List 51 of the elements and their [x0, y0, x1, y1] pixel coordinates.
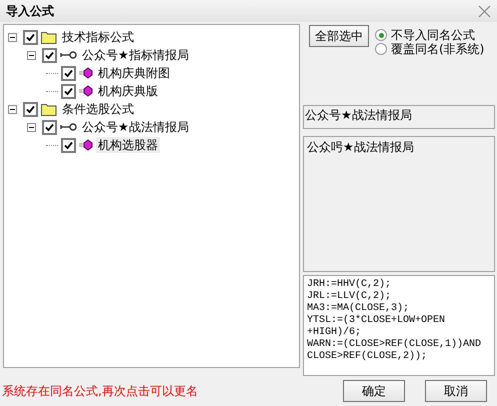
code-line: JRL:=LLV(C,2); [307, 291, 392, 302]
gem-icon [79, 139, 93, 151]
tree-item[interactable]: 技术指标公式 [60, 29, 136, 45]
description-text: 公众呺★战法情报局 [307, 140, 414, 154]
code-line: YTSL:=(3*CLOSE+LOW+OPEN [307, 315, 446, 326]
folder-icon [41, 102, 57, 116]
radio-button[interactable] [375, 43, 387, 55]
option-label: 不导入同名公式 [391, 26, 475, 42]
checkbox[interactable] [61, 138, 76, 152]
source-code-box[interactable]: JRH:=HHV(C,2); JRL:=LLV(C,2); MA3:=MA(CLOSE,3); YTSL:=(3*CLOSE+LOW+OPEN +HIGH)/6; WARN:=(CLOSE>REF(CLOSE,1))AND CLOSE>REF(CLOSE,2)); [303, 275, 495, 376]
collapse-toggle[interactable] [27, 122, 36, 132]
option-label: 覆盖同名(非系统) [391, 41, 484, 58]
select-all-button[interactable]: 全部选中 [309, 25, 369, 47]
checkbox[interactable] [23, 30, 38, 44]
tree-item[interactable]: 公众号★战法情报局 [80, 119, 191, 135]
tree-item[interactable]: 公众号★指标情报局 [80, 47, 191, 63]
checkmark-icon [45, 50, 54, 60]
checkbox[interactable] [61, 66, 76, 80]
gem-icon [79, 85, 93, 97]
key-icon [60, 122, 77, 132]
description-box[interactable]: 公众呺★战法情报局 [303, 136, 495, 272]
tree-item[interactable]: 机构庆典附图 [96, 65, 172, 81]
checkbox[interactable] [61, 84, 76, 98]
collapse-toggle[interactable] [8, 104, 17, 114]
key-icon [60, 50, 77, 60]
checkmark-icon [45, 122, 54, 132]
checkmark-icon [26, 32, 35, 42]
name-field[interactable]: 公众号★战法情报局 [303, 105, 495, 129]
dialog-button[interactable]: 取消 [425, 380, 487, 402]
code-line: +HIGH)/6; [307, 327, 362, 338]
checkbox[interactable] [23, 102, 38, 116]
radio-button[interactable] [375, 29, 387, 41]
tree-item[interactable]: 机构庆典版 [96, 83, 160, 99]
collapse-toggle[interactable] [8, 32, 17, 42]
close-icon[interactable] [478, 4, 491, 18]
gem-icon [79, 67, 93, 79]
tree-item[interactable]: 条件选股公式 [60, 101, 136, 117]
checkmark-icon [64, 140, 73, 150]
dialog-button[interactable]: 确定 [343, 380, 405, 402]
window-title: 导入公式 [6, 2, 54, 20]
code-line: MA3:=MA(CLOSE,3); [307, 303, 410, 314]
checkbox[interactable] [42, 120, 57, 134]
code-line: WARN:=(CLOSE>REF(CLOSE,1))AND [307, 339, 482, 350]
code-line: JRH:=HHV(C,2); [307, 279, 392, 290]
status-message: 系统存在同名公式,再次点击可以更名 [2, 382, 198, 400]
code-line: CLOSE>REF(CLOSE,2)); [307, 351, 428, 363]
checkbox[interactable] [42, 48, 57, 62]
tree-item[interactable]: 机构选股器 [96, 137, 160, 153]
checkmark-icon [26, 104, 35, 114]
folder-icon [41, 30, 57, 44]
collapse-toggle[interactable] [27, 50, 36, 60]
